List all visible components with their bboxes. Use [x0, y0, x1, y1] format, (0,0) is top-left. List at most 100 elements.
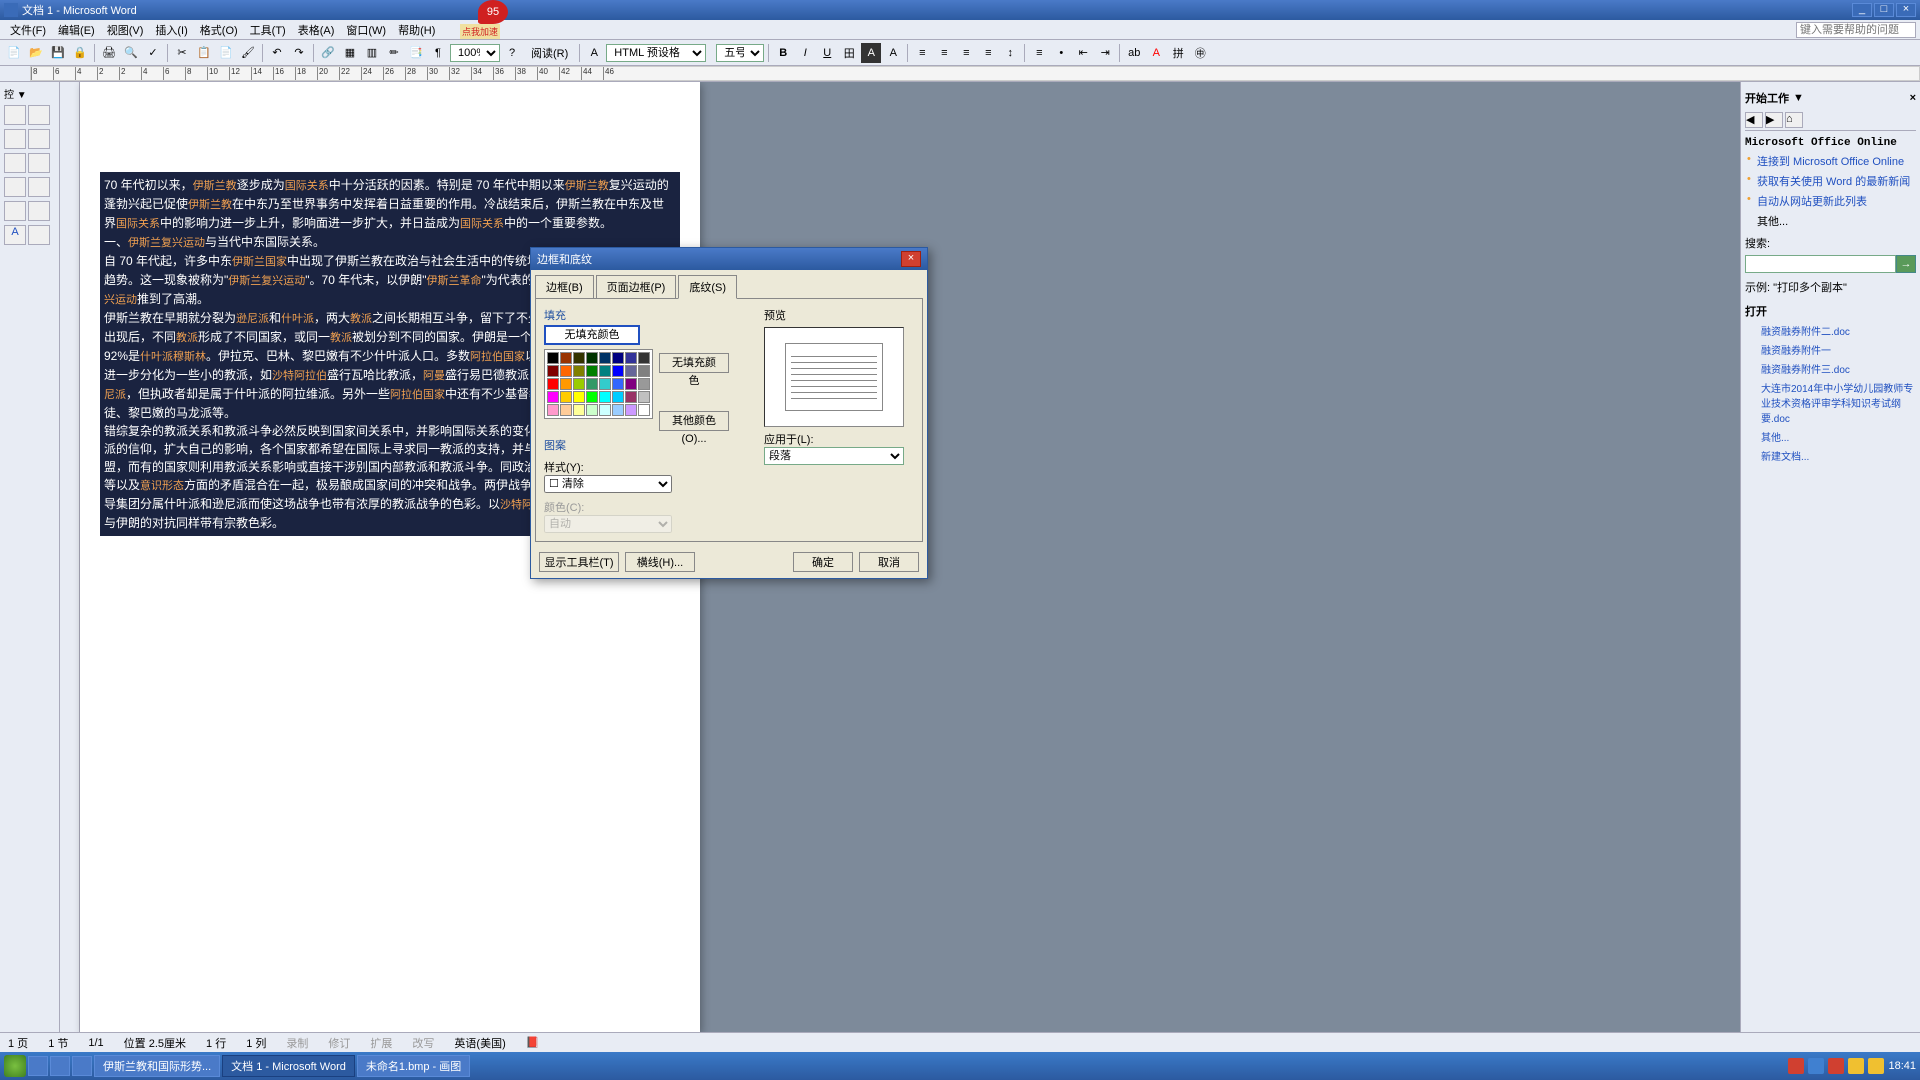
fontcolor-icon[interactable]: A	[1146, 43, 1166, 63]
linespace-icon[interactable]: ↕	[1000, 43, 1020, 63]
table-icon[interactable]: ▦	[340, 43, 360, 63]
color-swatch[interactable]	[599, 391, 611, 403]
tray-icon-2[interactable]	[1808, 1058, 1824, 1074]
charshade-icon[interactable]: A	[861, 43, 881, 63]
status-rev[interactable]: 修订	[328, 1035, 350, 1051]
tray-icon-5[interactable]	[1868, 1058, 1884, 1074]
italic-icon[interactable]: I	[795, 43, 815, 63]
vtb-btn-10[interactable]	[28, 201, 50, 221]
color-swatch[interactable]	[599, 352, 611, 364]
horizontal-line-button[interactable]: 横线(H)...	[625, 552, 695, 572]
styles-icon[interactable]: A	[584, 43, 604, 63]
color-swatch[interactable]	[625, 404, 637, 416]
tp-link-connect[interactable]: 连接到 Microsoft Office Online	[1745, 151, 1916, 171]
color-swatch[interactable]	[586, 391, 598, 403]
vtb-btn-11[interactable]: A	[4, 225, 26, 245]
color-swatch[interactable]	[573, 352, 585, 364]
color-swatch[interactable]	[547, 365, 559, 377]
taskbar-item-1[interactable]: 伊斯兰教和国际形势...	[94, 1055, 220, 1077]
charborder-icon[interactable]: A	[883, 43, 903, 63]
color-swatch[interactable]	[560, 378, 572, 390]
help-icon[interactable]: ?	[502, 43, 522, 63]
color-swatch[interactable]	[560, 391, 572, 403]
permission-icon[interactable]: 🔒	[70, 43, 90, 63]
align-left-icon[interactable]: ≡	[912, 43, 932, 63]
tp-link-more[interactable]: 其他...	[1745, 211, 1916, 231]
menu-insert[interactable]: 插入(I)	[149, 20, 193, 40]
dialog-close-button[interactable]: ×	[901, 251, 921, 267]
color-swatch[interactable]	[612, 404, 624, 416]
color-swatch[interactable]	[612, 378, 624, 390]
dialog-tab-borders[interactable]: 边框(B)	[535, 275, 594, 299]
style-select[interactable]: ☐ 清除	[544, 475, 672, 493]
minimize-button[interactable]: _	[1852, 3, 1872, 17]
color-swatch[interactable]	[625, 352, 637, 364]
color-swatch[interactable]	[560, 404, 572, 416]
read-button[interactable]: 阅读(R)	[524, 43, 575, 63]
numbering-icon[interactable]: ≡	[1029, 43, 1049, 63]
taskpane-home-icon[interactable]: ⌂	[1785, 112, 1803, 128]
new-doc-icon[interactable]: 📄	[4, 43, 24, 63]
menu-file[interactable]: 文件(F)	[4, 20, 52, 40]
dialog-tab-shading[interactable]: 底纹(S)	[678, 275, 737, 299]
vtb-btn-8[interactable]	[28, 177, 50, 197]
menu-view[interactable]: 视图(V)	[101, 20, 150, 40]
status-lang[interactable]: 英语(美国)	[454, 1035, 505, 1051]
tray-clock[interactable]: 18:41	[1888, 1060, 1916, 1072]
start-button[interactable]	[4, 1055, 26, 1077]
menu-edit[interactable]: 编辑(E)	[52, 20, 101, 40]
no-fill-button[interactable]: 无填充颜色	[544, 325, 640, 345]
color-swatch[interactable]	[625, 365, 637, 377]
showhide-icon[interactable]: ¶	[428, 43, 448, 63]
taskpane-newdoc[interactable]: 新建文档...	[1745, 446, 1916, 465]
border-icon[interactable]: 田	[839, 43, 859, 63]
color-swatch[interactable]	[573, 365, 585, 377]
color-swatch[interactable]	[547, 378, 559, 390]
vertical-ruler[interactable]	[60, 82, 80, 1032]
menu-format[interactable]: 格式(O)	[194, 20, 244, 40]
cut-icon[interactable]: ✂	[172, 43, 192, 63]
color-swatch[interactable]	[547, 352, 559, 364]
hyperlink-icon[interactable]: 🔗	[318, 43, 338, 63]
color-swatch[interactable]	[586, 404, 598, 416]
copy-icon[interactable]: 📋	[194, 43, 214, 63]
color-swatch[interactable]	[560, 352, 572, 364]
vtb-btn-9[interactable]	[4, 201, 26, 221]
status-book-icon[interactable]: 📕	[526, 1036, 540, 1049]
color-swatch[interactable]	[612, 391, 624, 403]
color-swatch[interactable]	[612, 365, 624, 377]
ql-explorer-icon[interactable]	[72, 1056, 92, 1076]
color-swatch[interactable]	[638, 365, 650, 377]
recent-doc-2[interactable]: 融资融券附件一	[1745, 340, 1916, 359]
underline-icon[interactable]: U	[817, 43, 837, 63]
columns-icon[interactable]: ▥	[362, 43, 382, 63]
tray-icon-4[interactable]	[1848, 1058, 1864, 1074]
open-icon[interactable]: 📂	[26, 43, 46, 63]
recent-doc-more[interactable]: 其他...	[1745, 427, 1916, 446]
taskpane-fwd-icon[interactable]: ▶	[1765, 112, 1783, 128]
help-search-input[interactable]	[1796, 22, 1916, 38]
color-swatch[interactable]	[573, 378, 585, 390]
ql-ie-icon[interactable]	[28, 1056, 48, 1076]
recent-doc-1[interactable]: 融资融券附件二.doc	[1745, 321, 1916, 340]
color-swatch[interactable]	[625, 391, 637, 403]
vtb-btn-2[interactable]	[28, 105, 50, 125]
tray-icon-3[interactable]	[1828, 1058, 1844, 1074]
close-button[interactable]: ×	[1896, 3, 1916, 17]
menu-help[interactable]: 帮助(H)	[392, 20, 441, 40]
recent-doc-4[interactable]: 大连市2014年中小学幼儿园教师专业技术资格评审学科知识考试纲要.doc	[1745, 378, 1916, 427]
color-swatch[interactable]	[573, 404, 585, 416]
color-swatch[interactable]	[638, 391, 650, 403]
vtb-btn-5[interactable]	[4, 153, 26, 173]
vtb-btn-7[interactable]	[4, 177, 26, 197]
phonetic-icon[interactable]: 拼	[1168, 43, 1188, 63]
recent-doc-3[interactable]: 融资融券附件三.doc	[1745, 359, 1916, 378]
color-swatch[interactable]	[547, 404, 559, 416]
vtb-btn-1[interactable]	[4, 105, 26, 125]
color-swatch[interactable]	[638, 404, 650, 416]
color-swatch[interactable]	[586, 352, 598, 364]
outdent-icon[interactable]: ⇤	[1073, 43, 1093, 63]
color-swatch[interactable]	[586, 378, 598, 390]
color-swatch[interactable]	[599, 404, 611, 416]
save-icon[interactable]: 💾	[48, 43, 68, 63]
